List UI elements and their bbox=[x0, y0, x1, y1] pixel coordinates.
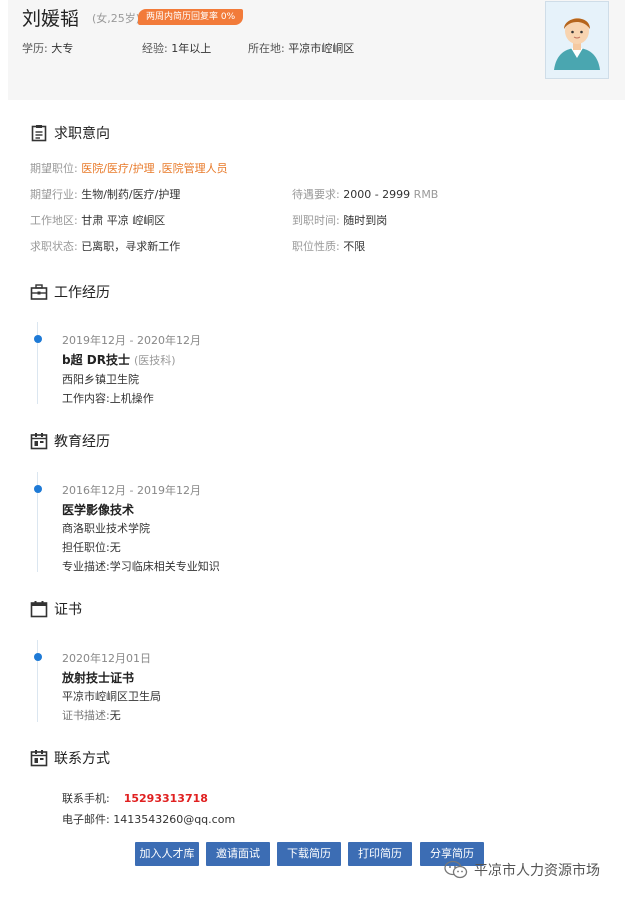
job-status-row: 求职状态: 已离职，寻求新工作 bbox=[30, 240, 181, 253]
section-intent-header: 求职意向 bbox=[30, 123, 110, 143]
contact-phone-row: 联系手机: 15293313718 bbox=[62, 792, 208, 805]
expected-position-row: 期望职位: 医院/医疗/护理 ,医院管理人员 bbox=[30, 162, 228, 175]
briefcase-icon bbox=[30, 283, 48, 301]
work-job-title: b超 DR技士 (医技科) bbox=[62, 353, 176, 367]
section-education-title: 教育经历 bbox=[54, 434, 110, 450]
section-work-header: 工作经历 bbox=[30, 282, 110, 302]
download-resume-button[interactable]: 下载简历 bbox=[277, 842, 341, 866]
wechat-icon bbox=[444, 860, 468, 880]
education-major: 医学影像技术 bbox=[62, 503, 135, 517]
contact-card-icon bbox=[30, 749, 48, 767]
work-timeline-dot bbox=[34, 335, 42, 343]
section-intent-title: 求职意向 bbox=[54, 126, 110, 142]
work-area-row: 工作地区: 甘肃 平凉 崆峒区 bbox=[30, 214, 166, 227]
education-role-row: 担任职位:无 bbox=[62, 541, 121, 554]
job-nature-row: 职位性质: 不限 bbox=[292, 240, 366, 253]
education-school: 商洛职业技术学院 bbox=[62, 522, 150, 535]
education-date: 2016年12月 - 2019年12月 bbox=[62, 484, 201, 497]
candidate-name: 刘媛韬 bbox=[22, 8, 80, 30]
contact-email-row: 电子邮件: 1413543260@qq.com bbox=[62, 813, 236, 826]
school-icon bbox=[30, 432, 48, 450]
education-timeline-dot bbox=[34, 485, 42, 493]
section-certificate-title: 证书 bbox=[54, 602, 82, 618]
expected-industry-row: 期望行业: 生物/制药/医疗/护理 bbox=[30, 188, 181, 201]
section-contact-header: 联系方式 bbox=[30, 748, 110, 768]
watermark: 平凉市人力资源市场 bbox=[444, 860, 600, 880]
calendar-icon bbox=[30, 600, 48, 618]
work-content-row: 工作内容:上机操作 bbox=[62, 392, 154, 405]
section-certificate-header: 证书 bbox=[30, 599, 82, 619]
certificate-desc-row: 证书描述:无 bbox=[62, 709, 121, 722]
email-address[interactable]: 1413543260@qq.com bbox=[113, 813, 235, 826]
section-work-title: 工作经历 bbox=[54, 285, 110, 301]
work-company: 西阳乡镇卫生院 bbox=[62, 373, 139, 386]
reply-rate-badge: 两周内简历回复率 0% bbox=[138, 9, 244, 25]
education-desc-row: 专业描述:学习临床相关专业知识 bbox=[62, 560, 220, 573]
experience-meta: 经验: 1年以上 bbox=[142, 42, 212, 55]
salary-row: 待遇要求: 2000 - 2999 RMB bbox=[292, 188, 439, 201]
clipboard-icon bbox=[30, 124, 48, 142]
watermark-text: 平凉市人力资源市场 bbox=[474, 863, 600, 879]
arrival-time-row: 到职时间: 随时到岗 bbox=[292, 214, 388, 227]
phone-number[interactable]: 15293313718 bbox=[124, 792, 208, 805]
gender-age: (女,25岁) bbox=[92, 12, 141, 25]
certificate-issuer: 平凉市崆峒区卫生局 bbox=[62, 690, 161, 703]
certificate-date: 2020年12月01日 bbox=[62, 652, 151, 665]
work-date: 2019年12月 - 2020年12月 bbox=[62, 334, 201, 347]
avatar-person-icon bbox=[546, 2, 608, 78]
work-dept: (医技科) bbox=[133, 354, 176, 367]
print-resume-button[interactable]: 打印简历 bbox=[348, 842, 412, 866]
avatar bbox=[545, 1, 609, 79]
certificate-timeline-dot bbox=[34, 653, 42, 661]
certificate-name: 放射技士证书 bbox=[62, 671, 135, 685]
expected-position-value: 医院/医疗/护理 ,医院管理人员 bbox=[81, 162, 228, 175]
section-contact-title: 联系方式 bbox=[54, 751, 110, 767]
section-education-header: 教育经历 bbox=[30, 431, 110, 451]
education-meta: 学历: 大专 bbox=[22, 42, 74, 55]
invite-interview-button[interactable]: 邀请面试 bbox=[206, 842, 270, 866]
profile-header: 刘媛韬 (女,25岁) 两周内简历回复率 0% 学历: 大专 经验: 1年以上 … bbox=[8, 0, 625, 100]
location-meta: 所在地: 平凉市崆峒区 bbox=[248, 42, 355, 55]
add-to-talent-pool-button[interactable]: 加入人才库 bbox=[135, 842, 199, 866]
